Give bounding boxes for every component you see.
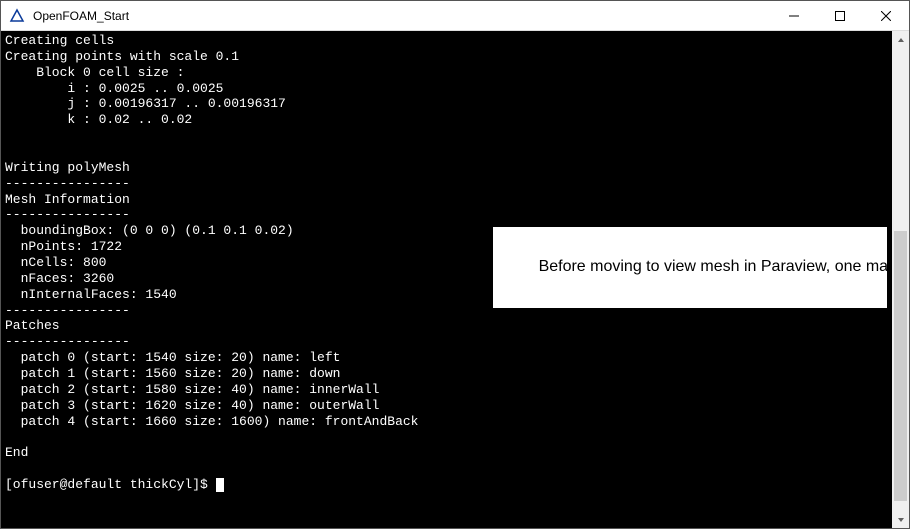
terminal-line: patch 3 (start: 1620 size: 40) name: out… [5, 398, 379, 413]
terminal-line: End [5, 445, 28, 460]
annotation-text: Before moving to view mesh in Paraview, … [539, 258, 892, 275]
terminal-line: Patches [5, 318, 60, 333]
terminal-line: k : 0.02 .. 0.02 [5, 112, 192, 127]
terminal-line: patch 2 (start: 1580 size: 40) name: inn… [5, 382, 379, 397]
terminal-line: j : 0.00196317 .. 0.00196317 [5, 96, 286, 111]
scroll-thumb[interactable] [894, 231, 907, 501]
app-icon [9, 8, 25, 24]
vertical-scrollbar[interactable] [892, 31, 909, 528]
terminal-line: patch 1 (start: 1560 size: 20) name: dow… [5, 366, 340, 381]
terminal-prompt: [ofuser@default thickCyl]$ [5, 477, 216, 492]
scroll-up-icon[interactable] [892, 31, 909, 48]
terminal-line: Mesh Information [5, 192, 130, 207]
scroll-down-icon[interactable] [892, 511, 909, 528]
terminal[interactable]: Creating cells Creating points with scal… [1, 31, 892, 528]
terminal-line: Creating points with scale 0.1 [5, 49, 239, 64]
maximize-button[interactable] [817, 1, 863, 30]
titlebar: OpenFOAM_Start [1, 1, 909, 31]
terminal-line: nCells: 800 [5, 255, 106, 270]
terminal-line: nInternalFaces: 1540 [5, 287, 177, 302]
app-window: OpenFOAM_Start Creating cells Creating p… [0, 0, 910, 529]
window-controls [771, 1, 909, 30]
terminal-line: Writing polyMesh [5, 160, 130, 175]
terminal-line: patch 0 (start: 1540 size: 20) name: lef… [5, 350, 340, 365]
terminal-line: Block 0 cell size : [5, 65, 184, 80]
minimize-button[interactable] [771, 1, 817, 30]
terminal-line: boundingBox: (0 0 0) (0.1 0.1 0.02) [5, 223, 294, 238]
terminal-line: nPoints: 1722 [5, 239, 122, 254]
terminal-line: ---------------- [5, 176, 130, 191]
annotation-callout: Before moving to view mesh in Paraview, … [493, 227, 887, 308]
content-area: Creating cells Creating points with scal… [1, 31, 909, 528]
terminal-line: nFaces: 3260 [5, 271, 114, 286]
cursor-icon [216, 478, 224, 492]
close-button[interactable] [863, 1, 909, 30]
terminal-line: ---------------- [5, 334, 130, 349]
window-title: OpenFOAM_Start [33, 9, 771, 23]
terminal-line: ---------------- [5, 303, 130, 318]
terminal-line: Creating cells [5, 33, 114, 48]
terminal-line: i : 0.0025 .. 0.0025 [5, 81, 223, 96]
terminal-line: ---------------- [5, 207, 130, 222]
terminal-line: patch 4 (start: 1660 size: 1600) name: f… [5, 414, 418, 429]
